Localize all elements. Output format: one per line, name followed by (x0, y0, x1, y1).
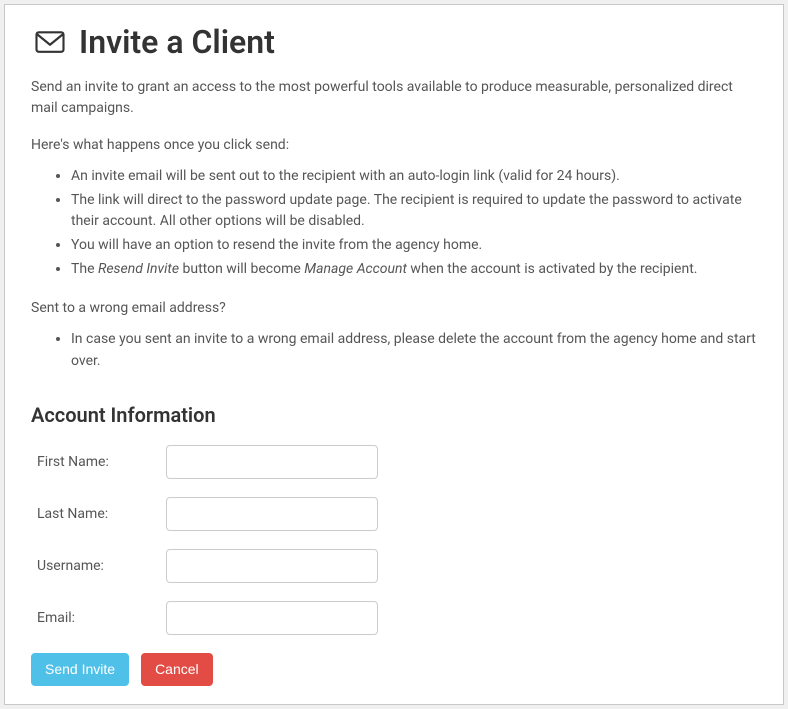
list-item: An invite email will be sent out to the … (71, 166, 757, 188)
list-item: In case you sent an invite to a wrong em… (71, 329, 757, 372)
list-item: You will have an option to resend the in… (71, 235, 757, 257)
first-name-row: First Name: (31, 445, 757, 479)
intro-text: Send an invite to grant an access to the… (31, 77, 757, 119)
invite-client-panel: Invite a Client Send an invite to grant … (4, 4, 784, 705)
cancel-button[interactable]: Cancel (141, 653, 213, 686)
first-name-label: First Name: (31, 454, 166, 470)
send-invite-button[interactable]: Send Invite (31, 653, 129, 686)
last-name-row: Last Name: (31, 497, 757, 531)
email-row: Email: (31, 601, 757, 635)
last-name-field[interactable] (166, 497, 378, 531)
username-field[interactable] (166, 549, 378, 583)
username-row: Username: (31, 549, 757, 583)
list-item: The link will direct to the password upd… (71, 190, 757, 233)
wrong-email-list: In case you sent an invite to a wrong em… (71, 329, 757, 372)
page-title: Invite a Client (31, 23, 757, 61)
email-label: Email: (31, 610, 166, 626)
wrong-email-heading: Sent to a wrong email address? (31, 298, 757, 319)
email-field[interactable] (166, 601, 378, 635)
button-row: Send Invite Cancel (31, 653, 757, 686)
whats-next-heading: Here's what happens once you click send: (31, 135, 757, 156)
last-name-label: Last Name: (31, 506, 166, 522)
username-label: Username: (31, 558, 166, 574)
account-info-heading: Account Information (31, 403, 757, 427)
list-item: The Resend Invite button will become Man… (71, 259, 757, 281)
envelope-icon (31, 26, 69, 58)
page-title-text: Invite a Client (79, 23, 275, 61)
first-name-field[interactable] (166, 445, 378, 479)
whats-next-list: An invite email will be sent out to the … (71, 166, 757, 280)
